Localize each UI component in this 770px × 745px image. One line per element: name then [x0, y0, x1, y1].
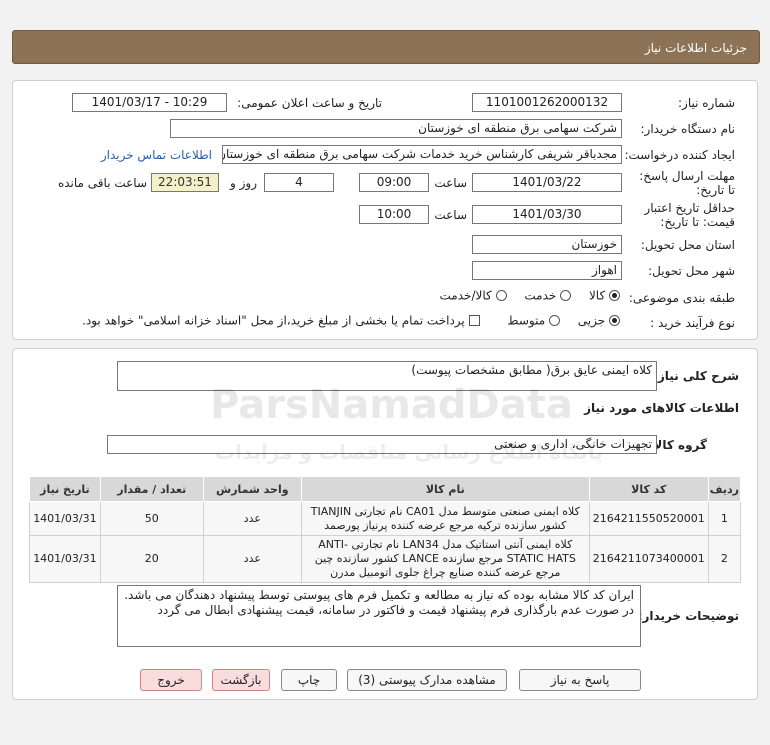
- radio-medium[interactable]: [548, 315, 560, 326]
- category-radio-group: کالا خدمت کالا/خدمت: [426, 288, 620, 303]
- row-number: 2: [707, 535, 742, 583]
- buyer-notes-field: ایران کد کالا مشابه بوده که نیاز به مطال…: [117, 585, 641, 647]
- payment-option[interactable]: پرداخت تمام یا بخشی از مبلغ خرید،از محل …: [82, 313, 480, 328]
- goods-info-title: اطلاعات کالاهای مورد نیاز: [584, 401, 739, 415]
- col-code: کد کالا: [588, 476, 709, 502]
- contact-buyer-link[interactable]: اطلاعات تماس خریدار: [101, 148, 212, 162]
- province-label: استان محل تحویل:: [640, 238, 735, 252]
- goods-group-label: گروه کالا:: [648, 438, 707, 452]
- announce-field: 1401/03/17 - 10:29: [72, 93, 227, 112]
- category-option-service[interactable]: خدمت: [524, 288, 572, 303]
- process-option-partial[interactable]: جزیی: [578, 313, 620, 328]
- exit-button[interactable]: خروج: [140, 669, 202, 691]
- goods-table: ردیف کد کالا نام کالا واحد شمارش تعداد /…: [29, 476, 742, 583]
- col-unit: واحد شمارش: [202, 476, 302, 502]
- col-row: ردیف: [707, 476, 742, 502]
- goods-name: کلاه ایمنی صنعتی متوسط مدل CA01 نام تجار…: [300, 501, 590, 536]
- page-title-bar: جزئیات اطلاعات نیاز: [12, 30, 760, 64]
- category-label: طبقه بندی موضوعی:: [628, 291, 735, 305]
- validity-time-label: ساعت: [434, 208, 467, 222]
- province-field: خوزستان: [472, 235, 622, 254]
- goods-qty: 50: [99, 501, 204, 536]
- goods-unit: عدد: [202, 535, 302, 583]
- deadline-time-field: 09:00: [359, 173, 429, 192]
- city-label: شهر محل تحویل:: [648, 264, 735, 278]
- category-option-goods-service[interactable]: کالا/خدمت: [440, 288, 507, 303]
- goods-unit: عدد: [202, 501, 302, 536]
- days-label: روز و: [230, 176, 257, 190]
- deadline-date-field: 1401/03/22: [472, 173, 622, 192]
- table-row: 1 2164211550520001 کلاه ایمنی صنعتی متوس…: [29, 501, 742, 536]
- col-date: تاریخ نیاز: [29, 476, 101, 502]
- table-row: 2 2164211073400001 کلاه ایمنی آنتی استات…: [29, 535, 742, 583]
- goods-name: کلاه ایمنی آنتی استاتیک مدل LAN34 نام تج…: [300, 535, 590, 583]
- validity-time-field: 10:00: [359, 205, 429, 224]
- need-number-field: 1101001262000132: [472, 93, 622, 112]
- buyer-notes-label: توضیحات خریدار:: [637, 609, 739, 623]
- requester-field: مجدباقر شریفی کارشناس خرید خدمات شرکت سه…: [222, 145, 622, 164]
- category-option-goods[interactable]: کالا: [589, 288, 620, 303]
- col-name: نام کالا: [300, 476, 590, 502]
- goods-date: 1401/03/31: [29, 501, 101, 536]
- process-option-medium[interactable]: متوسط: [507, 313, 560, 328]
- validity-date-field: 1401/03/30: [472, 205, 622, 224]
- attachments-button[interactable]: مشاهده مدارک پیوستی (3): [347, 669, 507, 691]
- need-details-panel: شرح کلی نیاز: کلاه ایمنی عایق برق( مطابق…: [12, 348, 758, 700]
- radio-goods-service[interactable]: [495, 290, 507, 301]
- need-number-label: شماره نیاز:: [678, 96, 735, 110]
- goods-qty: 20: [99, 535, 204, 583]
- print-button[interactable]: چاپ: [281, 669, 337, 691]
- buyer-org-label: نام دستگاه خریدار:: [640, 122, 736, 136]
- reply-button[interactable]: پاسخ به نیاز: [519, 669, 641, 691]
- buyer-org-field: شرکت سهامی برق منطقه ای خوزستان: [170, 119, 622, 138]
- requester-label: ایجاد کننده درخواست:: [624, 148, 735, 162]
- deadline-label: مهلت ارسال پاسخ: تا تاریخ:: [639, 169, 735, 197]
- need-info-panel: شماره نیاز: 1101001262000132 تاریخ و ساع…: [12, 80, 758, 340]
- radio-partial[interactable]: [609, 315, 620, 326]
- deadline-time-label: ساعت: [434, 176, 467, 190]
- goods-group-field: تجهیزات خانگی، اداری و صنعتی: [107, 435, 657, 454]
- validity-label: حداقل تاریخ اعتبار قیمت: تا تاریخ:: [644, 201, 735, 229]
- goods-code: 2164211073400001: [588, 535, 709, 583]
- page-title: جزئیات اطلاعات نیاز: [644, 41, 747, 55]
- remaining-time-field: 22:03:51: [151, 173, 219, 192]
- days-field: 4: [264, 173, 334, 192]
- announce-label: تاریخ و ساعت اعلان عمومی:: [237, 96, 382, 110]
- process-label: نوع فرآیند خرید :: [650, 316, 735, 330]
- payment-checkbox[interactable]: [468, 315, 480, 326]
- back-button[interactable]: بازگشت: [212, 669, 270, 691]
- goods-code: 2164211550520001: [588, 501, 709, 536]
- description-label: شرح کلی نیاز:: [653, 369, 739, 383]
- remaining-label: ساعت باقی مانده: [57, 176, 147, 190]
- radio-goods[interactable]: [609, 290, 620, 301]
- description-field: کلاه ایمنی عایق برق( مطابق مشخصات پیوست): [117, 361, 657, 391]
- table-header-row: ردیف کد کالا نام کالا واحد شمارش تعداد /…: [29, 476, 742, 502]
- radio-service[interactable]: [560, 290, 572, 301]
- col-qty: تعداد / مقدار: [99, 476, 204, 502]
- process-radio-group: جزیی متوسط پرداخت تمام یا بخشی از مبلغ خ…: [68, 313, 620, 328]
- goods-date: 1401/03/31: [29, 535, 101, 583]
- row-number: 1: [707, 501, 742, 536]
- city-field: اهواز: [472, 261, 622, 280]
